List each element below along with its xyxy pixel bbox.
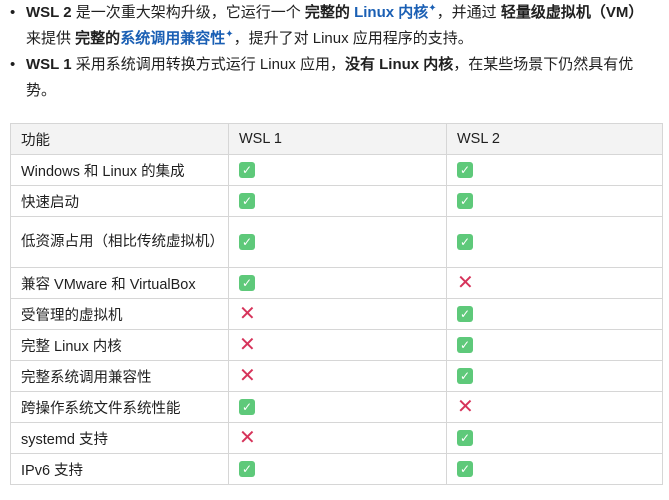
bullet-dot-icon: • (10, 4, 16, 21)
wsl2-support-cell: ✓ (446, 453, 663, 485)
table-row: 低资源占用（相比传统虚拟机） ✓ ✓ (10, 216, 663, 268)
feature-cell: 快速启动 (10, 185, 229, 217)
wsl2-strong-full-2: 完整的 (75, 30, 121, 47)
check-mark-icon: ✓ (239, 461, 255, 478)
wsl2-text-4: ，提升了对 Linux 应用程序的支持。 (233, 30, 473, 47)
check-mark-icon: ✓ (457, 368, 473, 385)
wsl2-text-1: 是一次重大架构升级，它运行一个 (71, 4, 305, 21)
feature-cell: IPv6 支持 (10, 453, 229, 485)
table-row: 完整系统调用兼容性 ✕ ✓ (10, 360, 663, 392)
wsl2-strong-vm: 轻量级虚拟机（VM） (500, 4, 644, 21)
table-row: 跨操作系统文件系统性能 ✓ ✕ (10, 391, 663, 423)
wsl2-strong-full: 完整的 (304, 4, 355, 21)
wsl1-text-1: 采用系统调用转换方式运行 Linux 应用， (71, 56, 345, 73)
wsl2-support-cell: ✓ (446, 154, 663, 186)
bullet-wsl2: • WSL 2 是一次重大架构升级，它运行一个 完整的 Linux 内核✦，并通… (6, 0, 662, 52)
wsl1-support-cell: ✓ (228, 391, 447, 423)
table-row: Windows 和 Linux 的集成 ✓ ✓ (10, 154, 663, 186)
syscall-compat-link[interactable]: 系统调用兼容性 (120, 30, 225, 47)
check-mark-icon: ✓ (457, 461, 473, 478)
table-row: 受管理的虚拟机 ✕ ✓ (10, 298, 663, 330)
wsl1-support-cell: ✓ (228, 453, 447, 485)
feature-cell: systemd 支持 (10, 422, 229, 454)
feature-comparison-table: 功能 WSL 1 WSL 2 Windows 和 Linux 的集成 ✓ ✓ 快速启动… (10, 123, 663, 485)
link-sparkle-icon: ✦ (225, 29, 234, 40)
check-mark-icon: ✓ (457, 306, 473, 323)
table-row: 兼容 VMware 和 VirtualBox ✓ ✕ (10, 267, 663, 299)
table-row: 完整 Linux 内核 ✕ ✓ (10, 329, 663, 361)
table-row: IPv6 支持 ✓ ✓ (10, 453, 663, 485)
check-mark-icon: ✓ (239, 234, 255, 251)
intro-bullet-list: • WSL 2 是一次重大架构升级，它运行一个 完整的 Linux 内核✦，并通… (6, 0, 662, 104)
wsl1-strong-no-kernel: 没有 Linux 内核 (344, 56, 454, 73)
feature-cell: Windows 和 Linux 的集成 (10, 154, 229, 186)
check-mark-icon: ✓ (239, 193, 255, 210)
feature-cell: 完整系统调用兼容性 (10, 360, 229, 392)
cross-mark-icon: ✕ (457, 272, 474, 295)
check-mark-icon: ✓ (457, 162, 473, 179)
check-mark-icon: ✓ (457, 193, 473, 210)
table-header-row: 功能 WSL 1 WSL 2 (10, 123, 663, 155)
cross-mark-icon: ✕ (239, 334, 256, 357)
wsl2-support-cell: ✓ (446, 422, 663, 454)
feature-cell: 完整 Linux 内核 (10, 329, 229, 361)
link-sparkle-icon: ✦ (428, 3, 437, 14)
wsl1-support-cell: ✕ (228, 360, 447, 392)
feature-cell: 低资源占用（相比传统虚拟机） (10, 216, 229, 268)
cross-mark-icon: ✕ (239, 303, 256, 326)
wsl2-text-3: 来提供 (26, 30, 76, 47)
table-row: systemd 支持 ✕ ✓ (10, 422, 663, 454)
feature-cell: 受管理的虚拟机 (10, 298, 229, 330)
wsl2-support-cell: ✓ (446, 360, 663, 392)
wsl1-support-cell: ✓ (228, 267, 447, 299)
wsl2-text-2: ，并通过 (436, 4, 501, 21)
cross-mark-icon: ✕ (457, 396, 474, 419)
check-mark-icon: ✓ (457, 337, 473, 354)
check-mark-icon: ✓ (239, 275, 255, 292)
wsl2-label: WSL 2 (26, 4, 72, 21)
check-mark-icon: ✓ (457, 234, 473, 251)
check-mark-icon: ✓ (239, 399, 255, 416)
check-mark-icon: ✓ (457, 430, 473, 447)
cross-mark-icon: ✕ (239, 427, 256, 450)
bullet-wsl1: • WSL 1 采用系统调用转换方式运行 Linux 应用，没有 Linux 内… (6, 52, 662, 104)
wsl2-support-cell: ✓ (446, 185, 663, 217)
wsl1-support-cell: ✕ (228, 298, 447, 330)
table-row: 快速启动 ✓ ✓ (10, 185, 663, 217)
wsl2-support-cell: ✕ (446, 391, 663, 423)
wsl2-support-cell: ✓ (446, 216, 663, 268)
wsl2-support-cell: ✓ (446, 329, 663, 361)
bullet-dot-icon: • (10, 56, 16, 73)
cross-mark-icon: ✕ (239, 365, 256, 388)
wsl1-support-cell: ✓ (228, 185, 447, 217)
wsl1-support-cell: ✓ (228, 216, 447, 268)
wsl1-label: WSL 1 (26, 56, 72, 73)
wsl2-support-cell: ✕ (446, 267, 663, 299)
wsl1-support-cell: ✓ (228, 154, 447, 186)
feature-cell: 兼容 VMware 和 VirtualBox (10, 267, 229, 299)
header-wsl2: WSL 2 (446, 123, 663, 155)
wsl1-support-cell: ✕ (228, 422, 447, 454)
feature-cell: 跨操作系统文件系统性能 (10, 391, 229, 423)
header-wsl1: WSL 1 (228, 123, 447, 155)
check-mark-icon: ✓ (239, 162, 255, 179)
wsl1-support-cell: ✕ (228, 329, 447, 361)
header-feature: 功能 (10, 123, 229, 155)
linux-kernel-link[interactable]: Linux 内核 (354, 4, 428, 21)
wsl2-support-cell: ✓ (446, 298, 663, 330)
